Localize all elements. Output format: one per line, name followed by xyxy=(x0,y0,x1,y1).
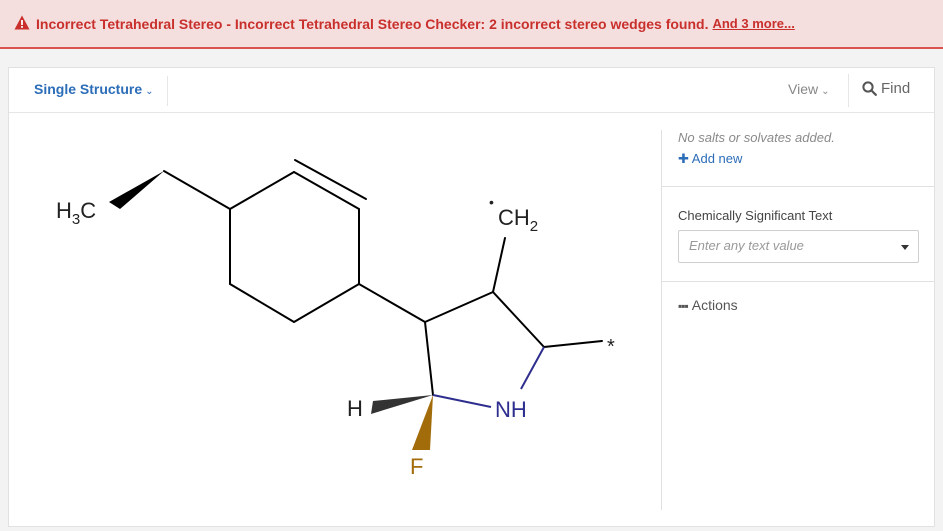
bond xyxy=(358,283,426,323)
ch2-sub: 2 xyxy=(530,218,538,235)
find-button[interactable]: Find xyxy=(862,80,910,97)
structure-canvas[interactable]: H3C • CH2 * H NH F xyxy=(9,113,659,526)
ch2-c: CH xyxy=(498,205,530,230)
find-label: Find xyxy=(881,80,911,97)
alert-message: Incorrect Tetrahedral Stereo - Incorrect… xyxy=(36,15,709,32)
view-dropdown[interactable]: View ⌄ xyxy=(788,81,829,97)
bond xyxy=(163,170,231,210)
bond-to-n xyxy=(520,346,545,390)
caret-down-icon xyxy=(901,245,909,250)
bond xyxy=(229,283,295,323)
toolbar-divider xyxy=(848,74,849,107)
bond xyxy=(492,237,506,293)
bond xyxy=(229,171,295,210)
h3c-h: H xyxy=(56,198,72,223)
search-icon xyxy=(862,81,877,96)
chevron-down-icon: ⌄ xyxy=(821,86,830,97)
structure-mode-dropdown[interactable]: Single Structure ⌄ xyxy=(34,81,154,97)
bond xyxy=(543,340,603,348)
add-new-button[interactable]: ✚ Add new xyxy=(678,151,935,167)
salts-section: No salts or solvates added. ✚ Add new xyxy=(662,130,935,187)
alert-more-link[interactable]: And 3 more... xyxy=(712,16,794,31)
h3c-sub: 3 xyxy=(72,211,80,228)
bond xyxy=(492,291,545,348)
error-alert-bar: Incorrect Tetrahedral Stereo - Incorrect… xyxy=(0,0,943,49)
stereo-wedge xyxy=(412,395,433,450)
atom-label-h3c: H3C xyxy=(56,198,96,228)
bond-to-n xyxy=(432,394,492,408)
bond xyxy=(293,283,360,323)
atom-label-f: F xyxy=(410,454,423,479)
molecule-drawing: H3C • CH2 * H NH F xyxy=(56,159,615,479)
view-label: View xyxy=(788,81,819,97)
stereo-wedge xyxy=(109,171,164,209)
h3c-c: C xyxy=(80,198,96,223)
significant-text-placeholder: Enter any text value xyxy=(689,238,804,253)
plus-icon: ✚ xyxy=(678,151,692,166)
warning-triangle-icon xyxy=(14,15,30,33)
panel-toolbar: Single Structure ⌄ View ⌄ Find xyxy=(9,68,934,113)
significant-text-section: Chemically Significant Text Enter any te… xyxy=(662,187,935,282)
chevron-down-icon: ⌄ xyxy=(145,86,154,97)
atom-label-star: * xyxy=(607,336,615,358)
significant-text-label: Chemically Significant Text xyxy=(678,208,833,223)
ellipsis-icon: ▪▪▪ xyxy=(678,299,689,313)
radical-dot: • xyxy=(489,194,494,210)
stereo-wedge xyxy=(371,395,433,414)
add-new-label: Add new xyxy=(691,151,743,166)
significant-text-dropdown[interactable]: Enter any text value xyxy=(678,230,919,263)
structure-mode-label: Single Structure xyxy=(34,81,143,97)
actions-label: Actions xyxy=(691,297,738,313)
structure-panel: Single Structure ⌄ View ⌄ Find H3C • CH2… xyxy=(8,67,935,527)
toolbar-divider xyxy=(167,76,168,106)
atom-label-h: H xyxy=(347,396,363,421)
atom-label-nh: NH xyxy=(495,397,527,422)
side-panel: No salts or solvates added. ✚ Add new Ch… xyxy=(661,130,935,510)
atom-label-ch2: CH2 xyxy=(498,205,538,235)
salts-note: No salts or solvates added. xyxy=(678,130,835,145)
bond xyxy=(424,321,434,396)
actions-button[interactable]: ▪▪▪ Actions xyxy=(662,297,935,313)
bond xyxy=(424,291,494,323)
